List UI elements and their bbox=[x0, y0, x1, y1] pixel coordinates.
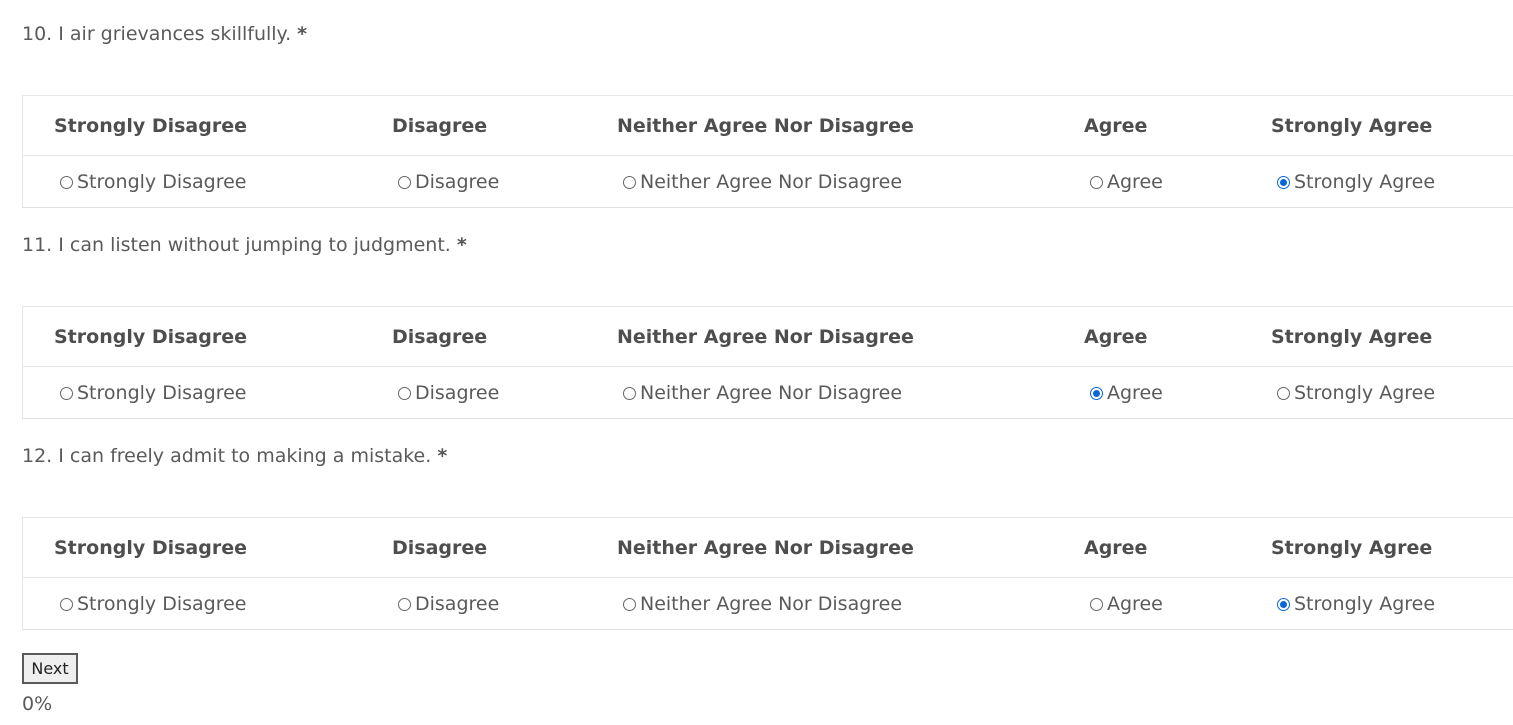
radio-button[interactable] bbox=[398, 386, 411, 400]
column-header: Strongly Agree bbox=[1271, 326, 1433, 348]
matrix-header-row: Strongly Disagree Disagree Neither Agree… bbox=[23, 96, 1513, 156]
radio-label: Strongly Agree bbox=[1294, 593, 1436, 615]
question-12-title: 12. I can freely admit to making a mista… bbox=[22, 444, 447, 468]
radio-label: Strongly Disagree bbox=[77, 593, 247, 615]
column-header: Strongly Disagree bbox=[54, 326, 247, 348]
radio-label: Strongly Disagree bbox=[77, 171, 247, 193]
question-10-matrix: Strongly Disagree Disagree Neither Agree… bbox=[22, 95, 1513, 208]
column-header: Strongly Disagree bbox=[54, 537, 247, 559]
question-11-title: 11. I can listen without jumping to judg… bbox=[22, 233, 467, 257]
progress-indicator: 0% bbox=[22, 693, 53, 715]
radio-button[interactable] bbox=[60, 597, 73, 611]
radio-button[interactable] bbox=[398, 175, 411, 189]
radio-label: Neither Agree Nor Disagree bbox=[640, 382, 903, 404]
radio-label: Agree bbox=[1107, 171, 1163, 193]
column-header: Agree bbox=[1084, 115, 1148, 137]
column-header: Neither Agree Nor Disagree bbox=[617, 326, 914, 348]
question-text: 11. I can listen without jumping to judg… bbox=[22, 234, 451, 256]
radio-option-disagree[interactable]: Disagree bbox=[398, 381, 499, 405]
radio-label: Agree bbox=[1107, 382, 1163, 404]
column-header: Neither Agree Nor Disagree bbox=[617, 537, 914, 559]
radio-button[interactable] bbox=[1277, 597, 1290, 611]
column-header: Disagree bbox=[392, 537, 488, 559]
radio-button[interactable] bbox=[1090, 597, 1103, 611]
radio-option-disagree[interactable]: Disagree bbox=[398, 592, 499, 616]
matrix-option-row: Strongly Disagree Disagree Neither Agree… bbox=[23, 578, 1513, 630]
radio-label: Disagree bbox=[415, 171, 500, 193]
radio-button[interactable] bbox=[1090, 175, 1103, 189]
radio-option-strongly-agree[interactable]: Strongly Agree bbox=[1277, 381, 1435, 405]
radio-button[interactable] bbox=[1277, 386, 1290, 400]
radio-option-agree[interactable]: Agree bbox=[1090, 170, 1163, 194]
radio-option-strongly-agree[interactable]: Strongly Agree bbox=[1277, 592, 1435, 616]
column-header: Agree bbox=[1084, 326, 1148, 348]
radio-option-strongly-disagree[interactable]: Strongly Disagree bbox=[60, 170, 246, 194]
radio-button[interactable] bbox=[623, 386, 636, 400]
question-10-title: 10. I air grievances skillfully. * bbox=[22, 22, 307, 46]
radio-label: Neither Agree Nor Disagree bbox=[640, 593, 903, 615]
question-text: 12. I can freely admit to making a mista… bbox=[22, 445, 432, 467]
radio-option-disagree[interactable]: Disagree bbox=[398, 170, 499, 194]
radio-label: Strongly Disagree bbox=[77, 382, 247, 404]
radio-label: Agree bbox=[1107, 593, 1163, 615]
column-header: Strongly Agree bbox=[1271, 537, 1433, 559]
matrix-option-row: Strongly Disagree Disagree Neither Agree… bbox=[23, 367, 1513, 419]
column-header: Neither Agree Nor Disagree bbox=[617, 115, 914, 137]
radio-label: Neither Agree Nor Disagree bbox=[640, 171, 903, 193]
radio-option-agree[interactable]: Agree bbox=[1090, 381, 1163, 405]
radio-button[interactable] bbox=[1090, 386, 1103, 400]
radio-option-strongly-agree[interactable]: Strongly Agree bbox=[1277, 170, 1435, 194]
next-button[interactable]: Next bbox=[22, 653, 78, 684]
required-mark: * bbox=[297, 23, 308, 45]
radio-button[interactable] bbox=[623, 597, 636, 611]
radio-label: Disagree bbox=[415, 593, 500, 615]
radio-option-strongly-disagree[interactable]: Strongly Disagree bbox=[60, 592, 246, 616]
radio-button[interactable] bbox=[1277, 175, 1290, 189]
question-text: 10. I air grievances skillfully. bbox=[22, 23, 292, 45]
radio-label: Strongly Agree bbox=[1294, 382, 1436, 404]
column-header: Strongly Agree bbox=[1271, 115, 1433, 137]
radio-option-neither[interactable]: Neither Agree Nor Disagree bbox=[623, 381, 902, 405]
column-header: Agree bbox=[1084, 537, 1148, 559]
radio-button[interactable] bbox=[398, 597, 411, 611]
radio-button[interactable] bbox=[60, 175, 73, 189]
required-mark: * bbox=[437, 445, 448, 467]
radio-option-strongly-disagree[interactable]: Strongly Disagree bbox=[60, 381, 246, 405]
column-header: Disagree bbox=[392, 326, 488, 348]
radio-button[interactable] bbox=[60, 386, 73, 400]
radio-label: Strongly Agree bbox=[1294, 171, 1436, 193]
radio-option-neither[interactable]: Neither Agree Nor Disagree bbox=[623, 592, 902, 616]
column-header: Disagree bbox=[392, 115, 488, 137]
question-11-matrix: Strongly Disagree Disagree Neither Agree… bbox=[22, 306, 1513, 419]
matrix-header-row: Strongly Disagree Disagree Neither Agree… bbox=[23, 518, 1513, 578]
radio-option-agree[interactable]: Agree bbox=[1090, 592, 1163, 616]
column-header: Strongly Disagree bbox=[54, 115, 247, 137]
radio-option-neither[interactable]: Neither Agree Nor Disagree bbox=[623, 170, 902, 194]
radio-button[interactable] bbox=[623, 175, 636, 189]
question-12-matrix: Strongly Disagree Disagree Neither Agree… bbox=[22, 517, 1513, 630]
radio-label: Disagree bbox=[415, 382, 500, 404]
required-mark: * bbox=[456, 234, 467, 256]
survey-page: 10. I air grievances skillfully. * Stron… bbox=[0, 0, 1513, 725]
matrix-option-row: Strongly Disagree Disagree Neither Agree… bbox=[23, 156, 1513, 208]
matrix-header-row: Strongly Disagree Disagree Neither Agree… bbox=[23, 307, 1513, 367]
